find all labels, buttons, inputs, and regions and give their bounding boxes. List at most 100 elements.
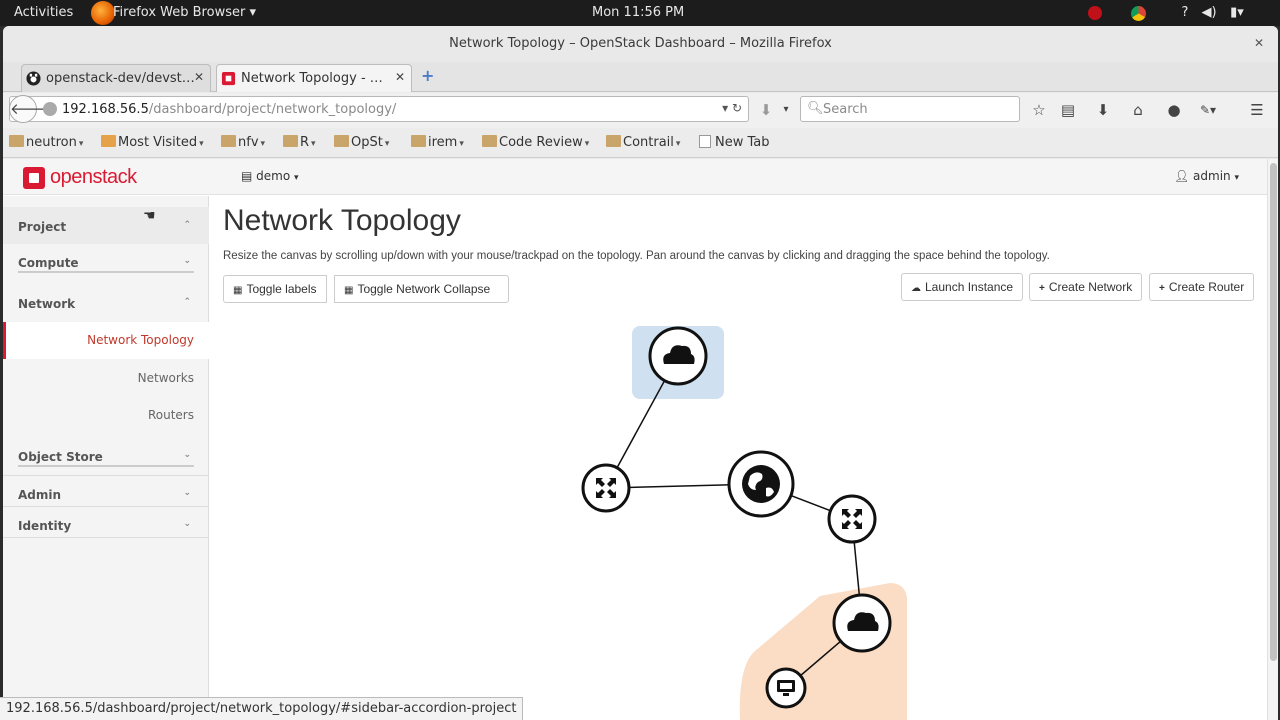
help-icon[interactable]: ?	[1176, 4, 1194, 22]
close-window-icon[interactable]: ✕	[1254, 36, 1264, 50]
folder-icon	[9, 135, 24, 147]
main-panel: Network Topology Resize the canvas by sc…	[210, 196, 1267, 720]
mouse-cursor-icon: ☚	[143, 208, 156, 224]
button-label: Toggle Network Collapse	[357, 282, 491, 296]
bookmark-folder[interactable]: nfv ▾	[221, 135, 265, 150]
tab-github[interactable]: openstack-dev/devst… ✕	[21, 64, 211, 92]
sidebar-item-label: Routers	[147, 408, 194, 422]
scrollbar-thumb[interactable]	[1270, 163, 1277, 661]
bookmark-label: nfv	[238, 135, 259, 150]
window-titlebar: Network Topology – OpenStack Dashboard –…	[3, 26, 1278, 62]
clock[interactable]: Mon 11:56 PM	[592, 5, 684, 20]
page-scrollbar[interactable]	[1267, 159, 1278, 720]
reading-list-icon[interactable]: ▤	[1057, 99, 1079, 121]
page-content: openstack ▤ demo ▾ 👤︎ admin ▾ Project ⌃ C…	[3, 159, 1278, 720]
app-menu[interactable]: Firefox Web Browser ▾	[113, 5, 256, 20]
activities-button[interactable]: Activities	[14, 5, 73, 20]
chevron-down-icon: ⌄	[183, 519, 191, 529]
search-input[interactable]: 🔍︎ Search	[800, 96, 1020, 122]
button-label: Create Network	[1048, 280, 1133, 294]
openstack-favicon-icon	[221, 71, 236, 86]
bookmark-folder[interactable]: Most Visited ▾	[101, 135, 204, 150]
bookmark-label: neutron	[26, 135, 77, 150]
network-cloud-icon[interactable]	[832, 593, 892, 653]
toggle-labels-button[interactable]: ▦ Toggle labels	[223, 275, 327, 303]
folder-icon	[482, 135, 497, 147]
bookmark-folder[interactable]: Code Review ▾	[482, 135, 589, 150]
openstack-logo-icon	[23, 167, 45, 189]
th-icon: ▦	[344, 285, 354, 296]
url-bar[interactable]: 🡐 192.168.56.5/dashboard/project/network…	[9, 95, 749, 123]
bookmark-folder[interactable]: irem ▾	[411, 135, 464, 150]
chevron-up-icon: ⌃	[183, 297, 191, 307]
sidebar-item-networks[interactable]: Networks	[3, 360, 209, 397]
create-router-button[interactable]: + Create Router	[1149, 273, 1255, 301]
home-icon[interactable]: ⌂	[1127, 99, 1149, 121]
history-dropdown-icon[interactable]: ▾	[722, 101, 728, 115]
back-arrow-icon[interactable]: 🡐	[9, 95, 50, 123]
sidebar-item-routers[interactable]: Routers	[3, 397, 209, 434]
chrome-icon[interactable]	[1129, 4, 1147, 22]
tab-label: Network Topology - …	[241, 71, 383, 86]
chevron-up-icon: ⌃	[183, 220, 191, 230]
openstack-header: openstack ▤ demo ▾ 👤︎ admin ▾	[3, 159, 1267, 195]
create-network-button[interactable]: + Create Network	[1029, 273, 1143, 301]
section-label: Identity	[18, 519, 72, 533]
cloud-upload-icon: ☁	[911, 283, 921, 294]
user-menu[interactable]: 👤︎ admin ▾	[1174, 169, 1239, 183]
chevron-down-icon: ⌄	[183, 488, 191, 498]
logo-text: openstack	[50, 166, 137, 188]
folder-icon	[101, 135, 116, 147]
bookmark-folder[interactable]: neutron ▾	[9, 135, 83, 150]
downloads-icon[interactable]: ⬇	[1092, 99, 1114, 121]
button-label: Create Router	[1168, 280, 1245, 294]
volume-icon[interactable]: ◀)	[1200, 4, 1218, 22]
search-placeholder: Search	[823, 102, 868, 117]
bookmark-link[interactable]: New Tab	[699, 135, 770, 150]
reload-icon[interactable]: ↻	[732, 101, 742, 115]
bookmark-folder[interactable]: R ▾	[283, 135, 316, 150]
new-tab-button[interactable]: +	[421, 66, 434, 85]
chevron-down-icon: ⌄	[183, 450, 191, 460]
bookmark-star-icon[interactable]: ☆	[1028, 99, 1050, 121]
site-identity-icon[interactable]	[43, 102, 57, 116]
menu-hamburger-icon[interactable]: ☰	[1246, 99, 1268, 121]
extension-icon[interactable]: ✎▾	[1197, 99, 1219, 121]
chat-icon[interactable]: ●	[1163, 99, 1185, 121]
link-status-bar: 192.168.56.5/dashboard/project/network_t…	[0, 697, 524, 720]
close-tab-icon[interactable]: ✕	[194, 70, 204, 84]
browser-window: Network Topology – OpenStack Dashboard –…	[3, 26, 1278, 720]
sidebar-item-network-topology[interactable]: Network Topology	[3, 322, 209, 359]
window-title: Network Topology – OpenStack Dashboard –…	[449, 36, 832, 51]
record-icon[interactable]	[1086, 4, 1104, 22]
folder-icon	[411, 135, 426, 147]
launch-instance-button[interactable]: ☁ Launch Instance	[901, 273, 1024, 301]
toggle-network-collapse-button[interactable]: ▦ Toggle Network Collapse	[334, 275, 509, 303]
page-icon	[699, 135, 711, 148]
network-cloud-icon[interactable]	[648, 326, 708, 386]
search-engine-dropdown-icon[interactable]: ▾	[775, 99, 797, 121]
search-icon: 🔍︎	[807, 101, 824, 116]
battery-icon[interactable]: ▮▾	[1228, 4, 1246, 22]
project-selector[interactable]: ▤ demo ▾	[241, 169, 299, 183]
folder-icon	[606, 135, 621, 147]
tab-network-topology[interactable]: Network Topology - … ✕	[216, 64, 412, 92]
router-icon[interactable]	[581, 463, 631, 513]
button-label: Toggle labels	[246, 282, 317, 296]
sidebar-item-label: Network Topology	[87, 333, 194, 347]
sidebar: Project ⌃ Compute ⌄ Network ⌃ Network Topol…	[3, 196, 209, 720]
bookmark-folder[interactable]: OpSt ▾	[334, 135, 389, 150]
bookmark-folder[interactable]: Contrail ▾	[606, 135, 680, 150]
section-label: Project	[18, 220, 67, 234]
router-icon[interactable]	[827, 494, 877, 544]
folder-icon	[334, 135, 349, 147]
firefox-icon	[91, 1, 115, 25]
plus-icon: +	[1159, 283, 1165, 294]
external-network-globe-icon[interactable]	[727, 450, 795, 518]
tab-label: openstack-dev/devst…	[46, 71, 195, 86]
url-host: 192.168.56.5	[62, 102, 149, 117]
close-tab-icon[interactable]: ✕	[395, 70, 405, 84]
instance-monitor-icon[interactable]	[765, 667, 807, 709]
download-arrow-icon[interactable]: ⬇	[755, 99, 777, 121]
folder-icon	[283, 135, 298, 147]
